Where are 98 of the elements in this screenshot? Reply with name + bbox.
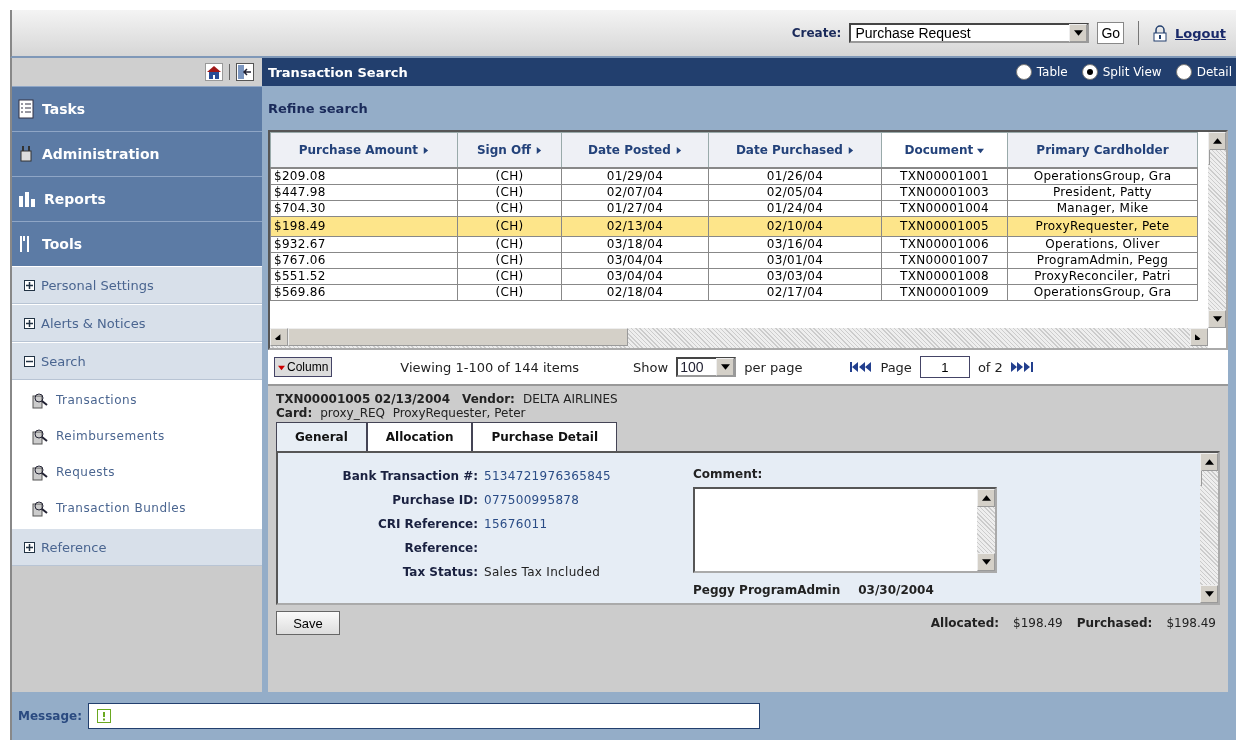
expand-icon[interactable]	[24, 279, 35, 291]
message-label: Message:	[18, 709, 82, 723]
view-radio[interactable]: Detail	[1175, 64, 1232, 80]
sidebar-link[interactable]: Reimbursements	[12, 418, 262, 454]
sidebar-item[interactable]: Search	[12, 342, 262, 380]
comment-label: Comment:	[693, 467, 764, 481]
vendor-value: DELTA AIRLINES	[522, 392, 618, 406]
detail-tab[interactable]: Purchase Detail	[472, 422, 618, 451]
detail-tab[interactable]: Allocation	[366, 422, 473, 451]
column-button[interactable]: Column	[274, 357, 333, 377]
logout-link[interactable]: Logout	[1175, 25, 1226, 41]
field-label: Tax Status:	[401, 565, 478, 579]
comment-field[interactable]	[693, 487, 997, 573]
page-label: Page	[880, 359, 912, 375]
checklist-icon	[18, 99, 34, 119]
vendor-label: Vendor:	[462, 392, 515, 406]
card-value: proxy_REQ ProxyRequester, Peter	[320, 406, 526, 420]
expand-icon[interactable]	[24, 317, 35, 329]
comment-author: Peggy ProgramAdmin	[693, 583, 841, 597]
horizontal-scrollbar[interactable]	[270, 328, 1208, 348]
field-value: 15676011	[484, 517, 549, 531]
alert-icon	[97, 709, 111, 723]
message-field[interactable]	[88, 703, 760, 729]
down-arrow-icon[interactable]	[981, 559, 991, 565]
dropdown-icon	[278, 363, 285, 371]
document-search-icon	[32, 391, 48, 409]
card-label: Card:	[276, 406, 313, 420]
detail-heading: TXN00001005 02/13/2004	[276, 392, 451, 406]
up-arrow-icon[interactable]	[981, 495, 991, 501]
tools-icon	[18, 145, 34, 163]
detail-scrollbar[interactable]	[1200, 453, 1218, 603]
column-header[interactable]: Primary Cardholder	[1007, 132, 1198, 168]
sidebar-link[interactable]: Requests	[12, 454, 262, 490]
allocated-value: $198.49	[1013, 616, 1063, 630]
column-header[interactable]: Date Posted	[561, 132, 709, 168]
sidebar-link[interactable]: Transaction Bundles	[12, 490, 262, 526]
sort-icon	[422, 147, 430, 154]
home-icon[interactable]	[205, 63, 223, 81]
table-cell: $198.49	[270, 216, 458, 237]
refine-search-label[interactable]: Refine search	[268, 100, 368, 116]
sidebar-item[interactable]: Personal Settings	[12, 266, 262, 304]
page-title: Transaction Search	[268, 64, 408, 80]
purchased-value: $198.49	[1166, 616, 1216, 630]
down-arrow-icon[interactable]	[1204, 591, 1214, 597]
view-radio[interactable]: Table	[1015, 64, 1068, 80]
field-label: CRI Reference:	[376, 517, 478, 531]
go-button[interactable]: Go	[1097, 22, 1125, 44]
allocated-label: Allocated:	[930, 616, 1000, 630]
column-header[interactable]: Document	[881, 132, 1008, 168]
down-arrow-icon[interactable]	[1212, 316, 1222, 322]
field-label: Purchase ID:	[391, 493, 478, 507]
create-select[interactable]: Purchase Request	[849, 23, 1090, 43]
field-value: 077500995878	[484, 493, 581, 507]
per-page-label: per page	[744, 359, 803, 375]
view-radio[interactable]: Split View	[1081, 64, 1162, 80]
document-search-icon	[32, 427, 48, 445]
document-search-icon	[32, 463, 48, 481]
sidebar-section[interactable]: Administration	[12, 131, 262, 176]
sidebar-section[interactable]: Tools	[12, 221, 262, 266]
sidebar-item[interactable]: Reference	[12, 528, 262, 566]
column-header[interactable]: Purchase Amount	[270, 132, 458, 168]
up-arrow-icon[interactable]	[1204, 459, 1214, 465]
detail-tab[interactable]: General	[276, 422, 367, 451]
field-value: Sales Tax Included	[484, 565, 602, 579]
column-header[interactable]: Date Purchased	[708, 132, 882, 168]
field-value: 5134721976365845	[484, 469, 612, 483]
bar-chart-icon	[18, 191, 36, 207]
sidebar-item[interactable]: Alerts & Notices	[12, 304, 262, 342]
collapse-icon[interactable]	[24, 355, 35, 367]
collapse-panel-icon[interactable]	[236, 63, 254, 81]
show-label: Show	[633, 359, 669, 375]
create-label: Create:	[791, 26, 842, 40]
document-search-icon	[32, 499, 48, 517]
save-button[interactable]: Save	[276, 611, 340, 635]
page-input[interactable]: 1	[919, 356, 970, 378]
field-label: Reference:	[403, 541, 478, 555]
column-header[interactable]: Sign Off	[457, 132, 562, 168]
purchased-label: Purchased:	[1076, 616, 1153, 630]
sort-down-icon	[977, 147, 985, 154]
comment-date: 03/30/2004	[858, 583, 934, 597]
lock-icon	[1153, 24, 1168, 42]
per-page-select[interactable]: 100	[676, 357, 737, 377]
down-arrow-icon[interactable]	[720, 364, 730, 370]
up-arrow-icon[interactable]	[1212, 138, 1222, 144]
sidebar-section[interactable]: Tasks	[12, 86, 262, 131]
first-prev-icon[interactable]	[850, 362, 873, 372]
sort-icon	[535, 147, 543, 154]
sidebar-section[interactable]: Reports	[12, 176, 262, 221]
viewing-count: Viewing 1-100 of 144 items	[400, 359, 580, 375]
sort-icon	[674, 147, 682, 154]
vertical-scrollbar[interactable]	[1208, 132, 1226, 328]
sort-icon	[847, 147, 855, 154]
next-last-icon[interactable]	[1010, 362, 1033, 372]
page-total: of 2	[977, 359, 1003, 375]
field-label: Bank Transaction #:	[341, 469, 478, 483]
expand-icon[interactable]	[24, 541, 35, 553]
sidebar-link[interactable]: Transactions	[12, 382, 262, 418]
down-arrow-icon[interactable]	[1073, 30, 1083, 36]
